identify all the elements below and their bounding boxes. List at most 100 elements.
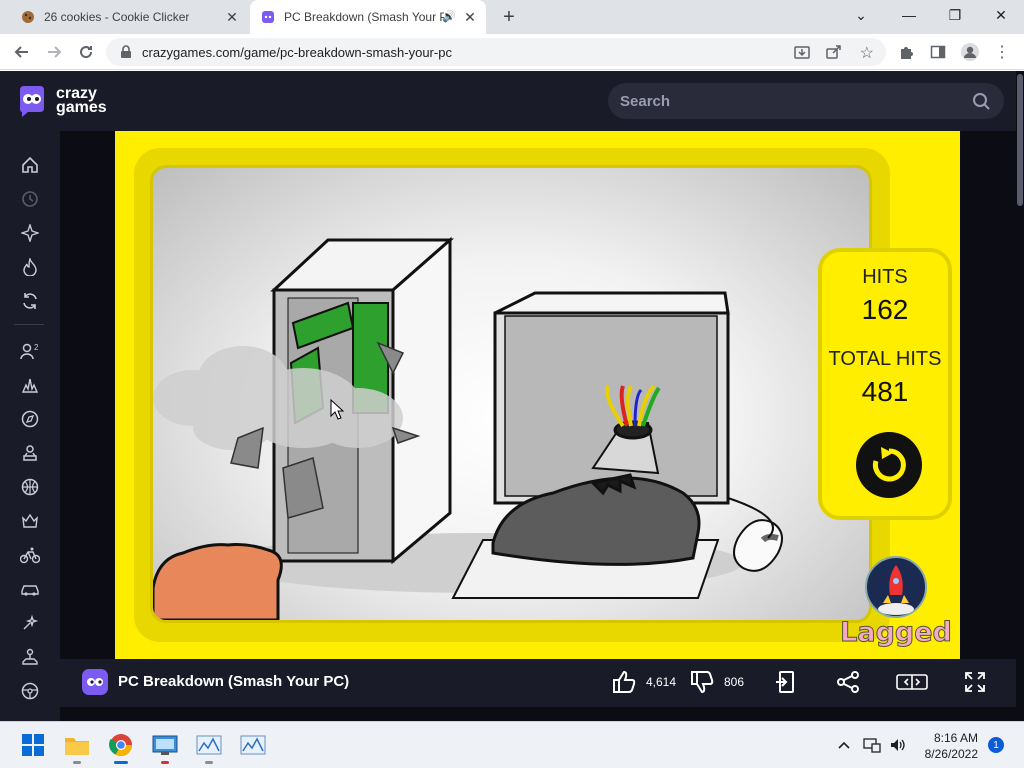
close-tab-icon[interactable]: ✕ [224, 9, 240, 25]
back-button[interactable] [10, 40, 34, 64]
windows-taskbar: 8:16 AM 8/26/2022 1 [0, 721, 1024, 768]
fullscreen-icon [965, 672, 985, 692]
extensions-puzzle-icon[interactable] [894, 40, 918, 64]
fire-icon[interactable] [20, 257, 40, 277]
cookie-favicon-icon [20, 9, 36, 25]
compass-icon[interactable] [20, 409, 40, 429]
tab-cookie-clicker[interactable]: 26 cookies - Cookie Clicker ✕ [8, 0, 248, 34]
address-bar[interactable]: crazygames.com/game/pc-breakdown-smash-y… [106, 38, 886, 66]
new-tab-button[interactable]: + [498, 6, 520, 28]
lagged-publisher-logo[interactable]: Lagged [838, 555, 954, 655]
bike-icon[interactable] [20, 545, 40, 565]
performance-monitor-2-icon[interactable] [240, 732, 266, 758]
restart-icon [872, 447, 906, 482]
show-hidden-icons-chevron-up-icon[interactable] [834, 732, 854, 758]
chrome-active-indicator [114, 761, 128, 764]
game-info-bar: PC Breakdown (Smash Your PC) 4,614 806 [60, 659, 1016, 707]
restart-button[interactable] [856, 432, 922, 498]
steering-icon[interactable] [20, 681, 40, 701]
basketball-icon[interactable] [20, 477, 40, 497]
crazygames-logo-icon [20, 86, 44, 117]
tab-pc-breakdown[interactable]: PC Breakdown (Smash Your PC) 🔊 ✕ [250, 0, 486, 34]
side-panel-icon[interactable] [926, 40, 950, 64]
dislike-count: 806 [724, 675, 745, 689]
car-icon[interactable] [20, 579, 40, 599]
logo-text-line2: games [56, 99, 107, 116]
total-hits-label: TOTAL HITS [828, 348, 942, 370]
minimize-button[interactable]: — [886, 0, 932, 30]
search-placeholder: Search [620, 93, 671, 110]
audio-playing-icon[interactable]: 🔊 [442, 10, 456, 23]
crazygames-logo[interactable]: crazy games [16, 84, 107, 118]
refresh-icon[interactable] [20, 291, 40, 311]
thumbs-up-icon [613, 670, 636, 693]
action-icon[interactable] [20, 375, 40, 395]
remote-desktop-indicator [161, 761, 169, 764]
home-icon[interactable] [20, 155, 40, 175]
chrome-icon[interactable] [108, 732, 134, 758]
tab-search-chevron-down-icon[interactable]: ⌄ [838, 0, 884, 30]
hits-panel: HITS 162 TOTAL HITS 481 [818, 248, 952, 520]
browser-tab-strip: 26 cookies - Cookie Clicker ✕ PC Breakdo… [0, 0, 1024, 34]
notification-badge[interactable]: 1 [988, 737, 1004, 753]
rocket-icon [865, 556, 927, 618]
windows-start-icon[interactable] [20, 732, 46, 758]
multiplayer-icon[interactable]: 2 [20, 341, 40, 361]
clock-time: 8:16 AM [933, 731, 978, 745]
explorer-running-indicator [73, 761, 81, 764]
site-header: crazy games Search [0, 71, 1024, 131]
dislike-button[interactable]: 806 [690, 669, 744, 695]
sparkle-icon[interactable] [20, 223, 40, 243]
theater-mode-icon [896, 674, 928, 690]
reload-button[interactable] [74, 40, 98, 64]
embed-button[interactable] [774, 669, 796, 695]
crt-monitor [493, 291, 730, 505]
lagged-logo-text: Lagged [840, 617, 953, 649]
sidebar: 2 [0, 131, 60, 721]
computer-mouse [727, 497, 783, 572]
profile-avatar-icon[interactable] [958, 40, 982, 64]
forward-button[interactable] [42, 40, 66, 64]
tab-title: PC Breakdown (Smash Your PC) [284, 10, 444, 24]
browser-menu-icon[interactable]: ⋮ [990, 40, 1014, 64]
lock-icon[interactable] [120, 45, 132, 64]
hits-value: 162 [861, 294, 909, 325]
share-nodes-icon [837, 671, 859, 693]
like-count: 4,614 [646, 675, 677, 689]
performance-monitor-icon[interactable] [196, 732, 222, 758]
share-icon[interactable] [826, 44, 842, 65]
browser-toolbar: crazygames.com/game/pc-breakdown-smash-y… [0, 34, 1024, 70]
puzzle-icon[interactable] [20, 613, 40, 633]
network-icon[interactable] [862, 732, 882, 758]
remote-desktop-icon[interactable] [152, 732, 178, 758]
trophy-icon[interactable] [20, 443, 40, 463]
system-clock[interactable]: 8:16 AM 8/26/2022 [918, 730, 978, 762]
game-title: PC Breakdown (Smash Your PC) [118, 673, 350, 690]
theater-mode-button[interactable] [896, 669, 928, 695]
bookmark-star-icon[interactable]: ☆ [860, 43, 874, 63]
game-screen[interactable] [150, 165, 872, 623]
crazygames-favicon-icon [260, 9, 276, 25]
search-icon[interactable] [972, 92, 990, 115]
close-tab-icon[interactable]: ✕ [462, 9, 478, 25]
restore-button[interactable]: ❐ [932, 0, 978, 30]
page-scrollbar-thumb[interactable] [1017, 74, 1023, 206]
install-icon[interactable] [794, 44, 810, 65]
sidebar-divider [14, 324, 44, 325]
clock-icon[interactable] [20, 189, 40, 209]
file-explorer-icon[interactable] [64, 732, 90, 758]
volume-icon[interactable] [888, 732, 908, 758]
close-window-button[interactable]: ✕ [978, 0, 1024, 30]
like-button[interactable]: 4,614 [612, 669, 676, 695]
total-hits-value: 481 [861, 376, 909, 407]
tab-title: 26 cookies - Cookie Clicker [44, 10, 190, 24]
game-scene [153, 236, 783, 620]
svg-text:2: 2 [34, 343, 39, 352]
crown-icon[interactable] [20, 511, 40, 531]
joystick-icon[interactable] [20, 647, 40, 667]
clock-date: 8/26/2022 [924, 747, 978, 761]
search-input[interactable]: Search [608, 83, 1004, 119]
fullscreen-button[interactable] [964, 669, 986, 695]
share-button[interactable] [836, 669, 860, 695]
below-game-strip [60, 707, 1016, 721]
